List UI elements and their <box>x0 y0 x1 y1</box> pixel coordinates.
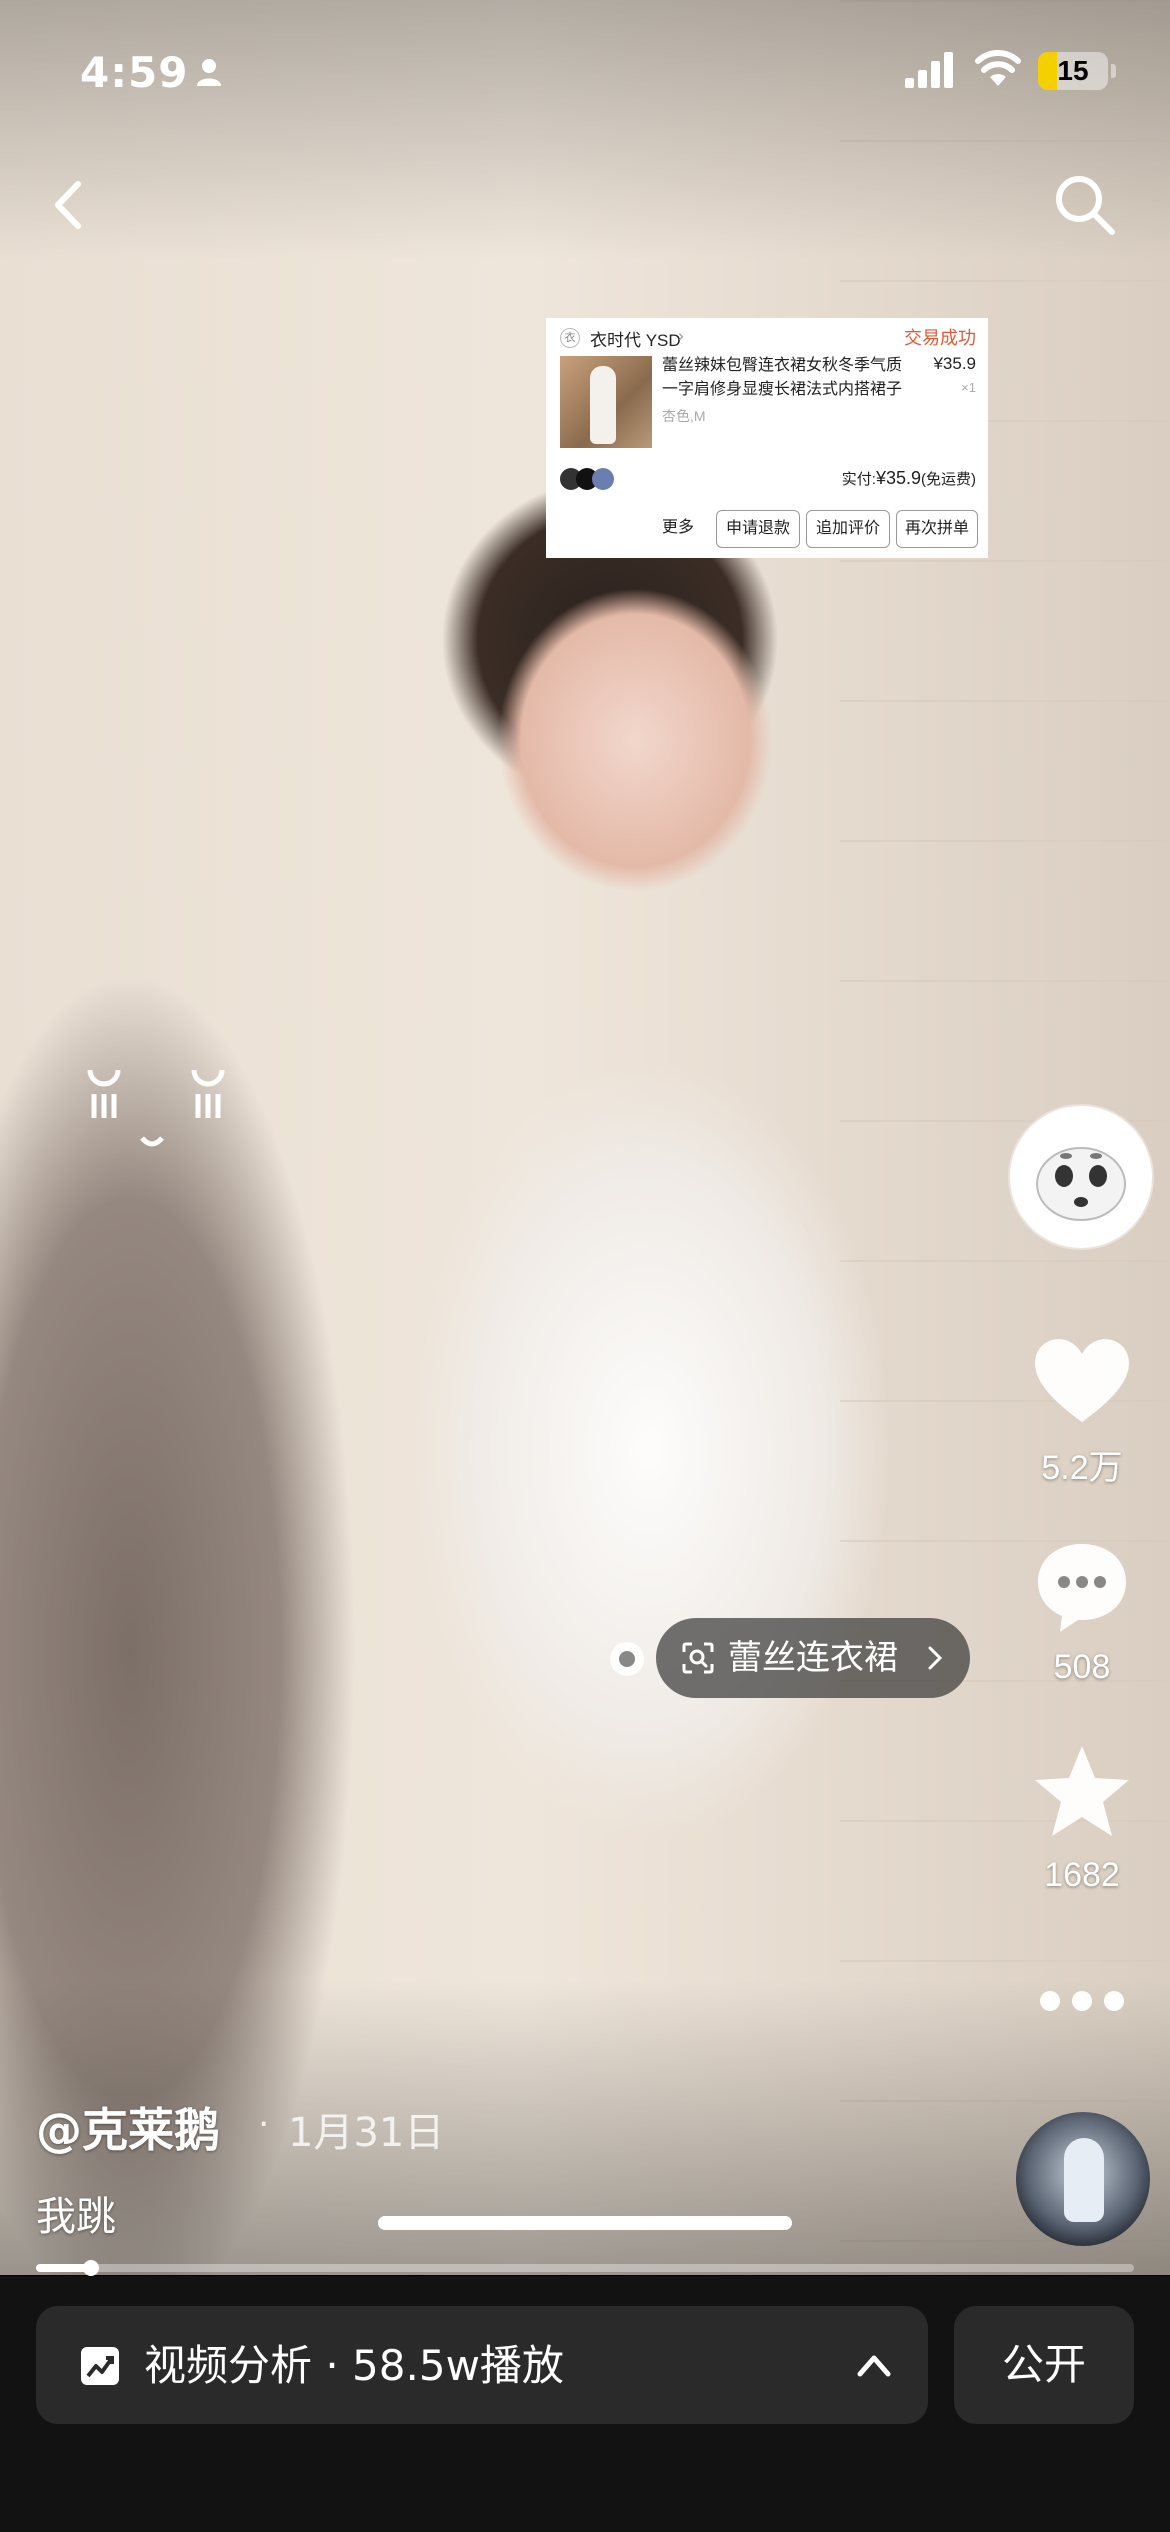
progress-knob[interactable] <box>82 2260 99 2276</box>
favorite-count: 1682 <box>1044 1856 1120 1894</box>
chart-icon <box>81 2347 119 2385</box>
chevron-up-icon[interactable] <box>854 2350 894 2380</box>
add-review-button[interactable]: 追加评价 <box>806 510 890 548</box>
star-icon[interactable] <box>1030 1742 1134 1842</box>
paid-amount: ¥35.9 <box>875 468 921 488</box>
order-actions: 更多 申请退款 追加评价 再次拼单 <box>648 510 978 548</box>
more-button[interactable]: 更多 <box>648 510 708 546</box>
tag-anchor-dot <box>610 1642 644 1676</box>
product-tag-label: 蕾丝连衣裙 <box>728 1638 898 1678</box>
product-spec: 杏色,M <box>662 408 706 424</box>
service-tags <box>560 468 620 492</box>
home-indicator[interactable] <box>378 2216 792 2230</box>
video-caption[interactable]: 我跳 <box>36 2184 116 2242</box>
post-date: 1月31日 <box>288 2110 445 2156</box>
date-separator: · <box>258 2104 270 2145</box>
paid-suffix: (免运费) <box>921 471 976 488</box>
battery-indicator: 15 <box>1038 52 1108 90</box>
search-button[interactable] <box>1050 170 1120 240</box>
product-tag-pill[interactable]: 蕾丝连衣裙 <box>656 1618 970 1698</box>
video-progress-bar[interactable] <box>36 2260 1134 2276</box>
battery-cap <box>1111 64 1116 78</box>
person-icon <box>197 59 221 86</box>
comment-icon[interactable] <box>1032 1536 1132 1636</box>
author-avatar[interactable] <box>1010 1106 1152 1248</box>
refund-button[interactable]: 申请退款 <box>716 510 800 548</box>
video-analysis-bar[interactable]: 视频分析 · 58.5w播放 <box>36 2306 928 2424</box>
shop-name[interactable]: 衣时代 YSD <box>590 326 681 351</box>
visibility-public-button[interactable]: 公开 <box>954 2306 1134 2424</box>
shop-logo: 衣 <box>560 328 580 348</box>
signal-icon <box>905 52 953 88</box>
video-analysis-label: 视频分析 · 58.5w播放 <box>144 2341 564 2390</box>
chevron-right-icon: › <box>678 326 684 345</box>
back-button[interactable] <box>40 170 100 240</box>
paid-amount-line: 实付:¥35.9(免运费) <box>842 468 976 489</box>
battery-level: 15 <box>1057 55 1089 86</box>
heart-icon[interactable] <box>1030 1332 1134 1428</box>
comment-count: 508 <box>1053 1648 1111 1686</box>
top-gradient <box>0 0 1170 260</box>
reorder-button[interactable]: 再次拼单 <box>896 510 978 548</box>
product-price: ¥35.9 <box>933 354 976 373</box>
product-title[interactable]: 蕾丝辣妹包臀连衣裙女秋冬季气质一字肩修身显瘦长裙法式内搭裙子 <box>662 354 902 402</box>
more-icon[interactable] <box>1036 1986 1128 2016</box>
product-thumbnail[interactable] <box>560 356 652 448</box>
like-count: 5.2万 <box>1041 1449 1123 1487</box>
wifi-icon <box>975 50 1021 86</box>
screen: 4:59 15 衣 衣时代 YSD › 交易成功 蕾丝辣妹包臀连衣裙女秋冬季气质… <box>0 0 1170 2532</box>
order-status: 交易成功 <box>904 328 976 348</box>
order-card[interactable]: 衣 衣时代 YSD › 交易成功 蕾丝辣妹包臀连衣裙女秋冬季气质一字肩修身显瘦长… <box>546 318 988 558</box>
avatar-image <box>1036 1147 1126 1221</box>
tag-anchor-inner <box>619 1651 635 1667</box>
disc-figure <box>1064 2138 1104 2222</box>
author-name[interactable]: @克莱鹅 <box>36 2094 220 2160</box>
music-disc[interactable] <box>1016 2112 1150 2246</box>
status-time: 4:59 <box>80 48 189 97</box>
chevron-right-icon <box>928 1646 943 1670</box>
scan-icon <box>682 1642 714 1674</box>
face-sticker <box>87 1069 225 1147</box>
paid-prefix: 实付: <box>841 471 876 488</box>
dress-image <box>590 366 616 444</box>
bottom-bar: 视频分析 · 58.5w播放 公开 <box>0 2276 1170 2532</box>
tag-icon <box>592 468 614 490</box>
product-quantity: ×1 <box>961 380 976 395</box>
